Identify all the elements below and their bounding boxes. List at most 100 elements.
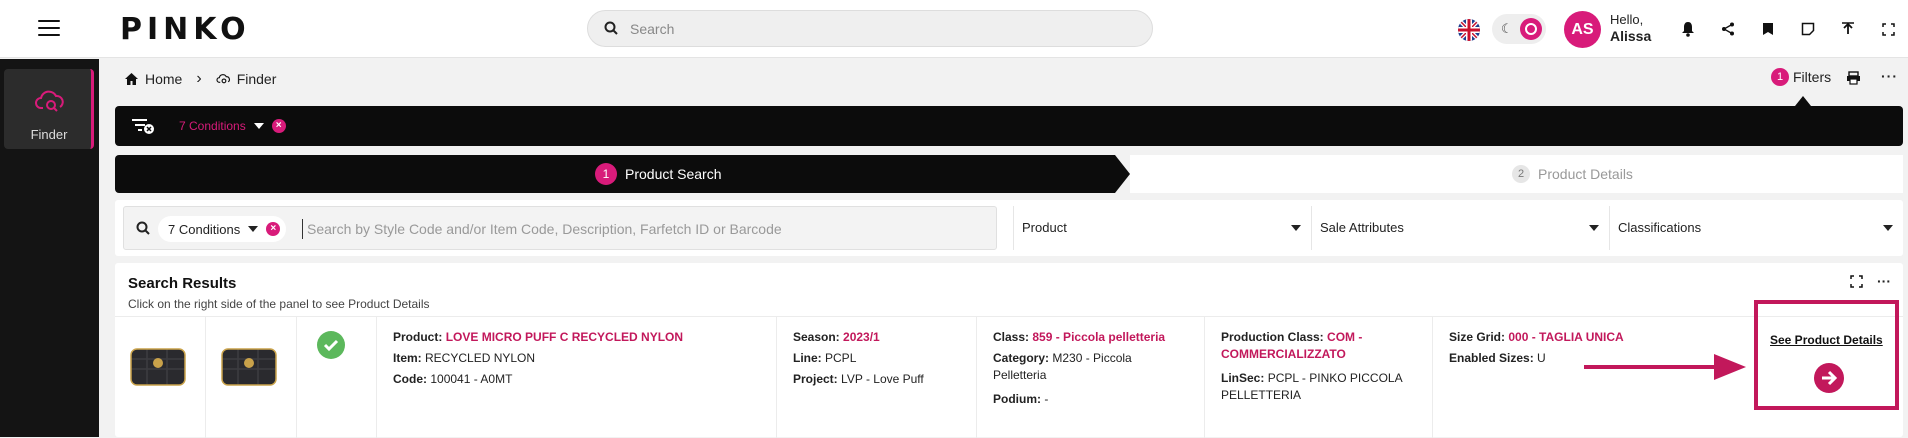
highlight-box	[1754, 300, 1899, 410]
top-icons	[1668, 18, 1908, 40]
field-label: Production Class:	[1221, 330, 1324, 344]
user-avatar[interactable]: AS	[1564, 11, 1601, 48]
breadcrumb-current: Finder	[236, 71, 277, 87]
dropdown-label: Product	[1022, 220, 1067, 235]
status-cell	[297, 317, 377, 438]
field-label: Project:	[793, 372, 838, 386]
class-value: 859 - Piccola pelletteria	[1032, 330, 1166, 344]
product-value: LOVE MICRO PUFF C RECYCLED NYLON	[445, 330, 684, 344]
note-icon[interactable]	[1788, 18, 1828, 40]
field-label: Podium:	[993, 392, 1041, 406]
cloud-search-icon	[35, 90, 64, 112]
bookmark-icon[interactable]	[1748, 18, 1788, 40]
top-bar: PINKO ☾ AS Hello, Alissa	[0, 0, 1908, 58]
home-icon[interactable]	[124, 72, 139, 86]
chevron-right-icon: ›	[196, 70, 202, 87]
sale-attributes-dropdown[interactable]: Sale Attributes	[1311, 206, 1609, 250]
product-field: Product: LOVE MICRO PUFF C RECYCLED NYLO…	[393, 329, 683, 346]
more-options-icon[interactable]: ···	[1881, 68, 1898, 84]
breadcrumb-home[interactable]: Home	[145, 71, 182, 87]
sun-icon	[1520, 18, 1542, 40]
field-label: Enabled Sizes:	[1449, 351, 1534, 365]
caret-down-icon	[1291, 225, 1301, 231]
expand-icon[interactable]	[1850, 275, 1863, 288]
sidebar: Finder	[0, 59, 99, 437]
field-label: Class:	[993, 330, 1030, 344]
linsec-field: LinSec: PCPL - PINKO PICCOLA PELLETTERIA	[1221, 370, 1411, 404]
step-number: 2	[1512, 165, 1530, 183]
print-icon[interactable]	[1846, 71, 1861, 90]
podium-value: -	[1044, 392, 1049, 406]
podium-field: Podium: -	[993, 391, 1048, 408]
season-cell: Season: 2023/1 Line: PCPL Project: LVP -…	[777, 317, 977, 438]
step-label: Product Search	[625, 166, 722, 182]
category-field: Category: M230 - Piccola Pelletteria	[993, 350, 1173, 384]
filters-button[interactable]: 1 Filters	[1771, 68, 1831, 86]
field-label: Season:	[793, 330, 840, 344]
enabled-sizes-value: U	[1537, 351, 1546, 365]
season-field: Season: 2023/1	[793, 329, 880, 346]
global-search[interactable]	[587, 10, 1153, 47]
search-icon	[136, 221, 150, 235]
results-subtitle: Click on the right side of the panel to …	[128, 297, 430, 311]
classifications-dropdown[interactable]: Classifications	[1609, 206, 1903, 250]
results-title: Search Results	[128, 275, 237, 292]
greeting-text: Hello,	[1610, 12, 1644, 27]
filter-clear-icon[interactable]	[131, 117, 155, 135]
breadcrumb: Home › Finder	[124, 70, 276, 88]
see-product-details-link[interactable]: See Product Details	[1770, 333, 1883, 347]
bag-image[interactable]	[127, 343, 189, 391]
dropdown-label: Classifications	[1618, 220, 1702, 235]
hamburger-menu-icon[interactable]	[38, 20, 60, 36]
sidebar-item-finder[interactable]: Finder	[4, 69, 94, 149]
production-class-field: Production Class: COM - COMMERCIALIZZATO	[1221, 329, 1401, 363]
brand-logo[interactable]: PINKO	[120, 12, 251, 47]
share-icon[interactable]	[1708, 18, 1748, 40]
field-label: Size Grid:	[1449, 330, 1506, 344]
caret-down-icon	[1589, 225, 1599, 231]
field-label: Line:	[793, 351, 822, 365]
step-number: 1	[595, 163, 617, 185]
user-greeting[interactable]: Hello, Alissa	[1610, 12, 1651, 44]
more-options-icon[interactable]: ···	[1877, 274, 1891, 288]
conditions-chip-label: 7 Conditions	[168, 221, 241, 237]
product-cell: Product: LOVE MICRO PUFF C RECYCLED NYLO…	[377, 317, 777, 438]
search-results-panel: Search Results Click on the right side o…	[115, 263, 1903, 438]
clear-chip-icon[interactable]: ×	[266, 222, 281, 236]
product-search-box[interactable]: 7 Conditions ×	[123, 206, 997, 250]
project-value: LVP - Love Puff	[841, 372, 924, 386]
product-dropdown[interactable]: Product	[1013, 206, 1311, 250]
uk-flag-icon[interactable]	[1458, 19, 1480, 41]
step-product-details[interactable]: 2 Product Details	[1130, 155, 1903, 193]
bag-image[interactable]	[218, 343, 280, 391]
clear-conditions-icon[interactable]: ×	[271, 119, 286, 133]
field-label: Code:	[393, 372, 427, 386]
caret-down-icon	[253, 123, 264, 129]
line-value: PCPL	[825, 351, 857, 365]
season-value: 2023/1	[843, 330, 880, 344]
field-label: Category:	[993, 351, 1050, 365]
product-image-cell	[115, 317, 206, 438]
product-search-input[interactable]	[302, 219, 982, 239]
bell-icon[interactable]	[1668, 18, 1708, 40]
project-field: Project: LVP - Love Puff	[793, 371, 924, 388]
arrow-right-circle-icon[interactable]	[1814, 363, 1844, 393]
conditions-dropdown[interactable]: 7 Conditions ×	[179, 119, 286, 133]
code-field: Code: 100041 - A0MT	[393, 371, 512, 388]
theme-toggle[interactable]: ☾	[1492, 14, 1546, 44]
fullscreen-icon[interactable]	[1868, 18, 1908, 40]
user-name: Alissa	[1610, 28, 1652, 44]
caret-down-icon	[248, 226, 259, 232]
class-field: Class: 859 - Piccola pelletteria	[993, 329, 1165, 346]
sidebar-item-label: Finder	[30, 127, 68, 142]
upload-icon[interactable]	[1828, 18, 1868, 40]
cloud-search-icon	[216, 73, 230, 83]
conditions-chip[interactable]: 7 Conditions ×	[158, 216, 287, 242]
global-search-input[interactable]	[630, 19, 1130, 39]
step-product-search[interactable]: 1 Product Search	[115, 155, 1130, 193]
product-image-cell	[206, 317, 297, 438]
filters-label: Filters	[1793, 69, 1832, 85]
field-label: Product:	[393, 330, 443, 344]
annotation-arrow	[1584, 354, 1746, 380]
code-value: 100041 - A0MT	[430, 372, 513, 386]
